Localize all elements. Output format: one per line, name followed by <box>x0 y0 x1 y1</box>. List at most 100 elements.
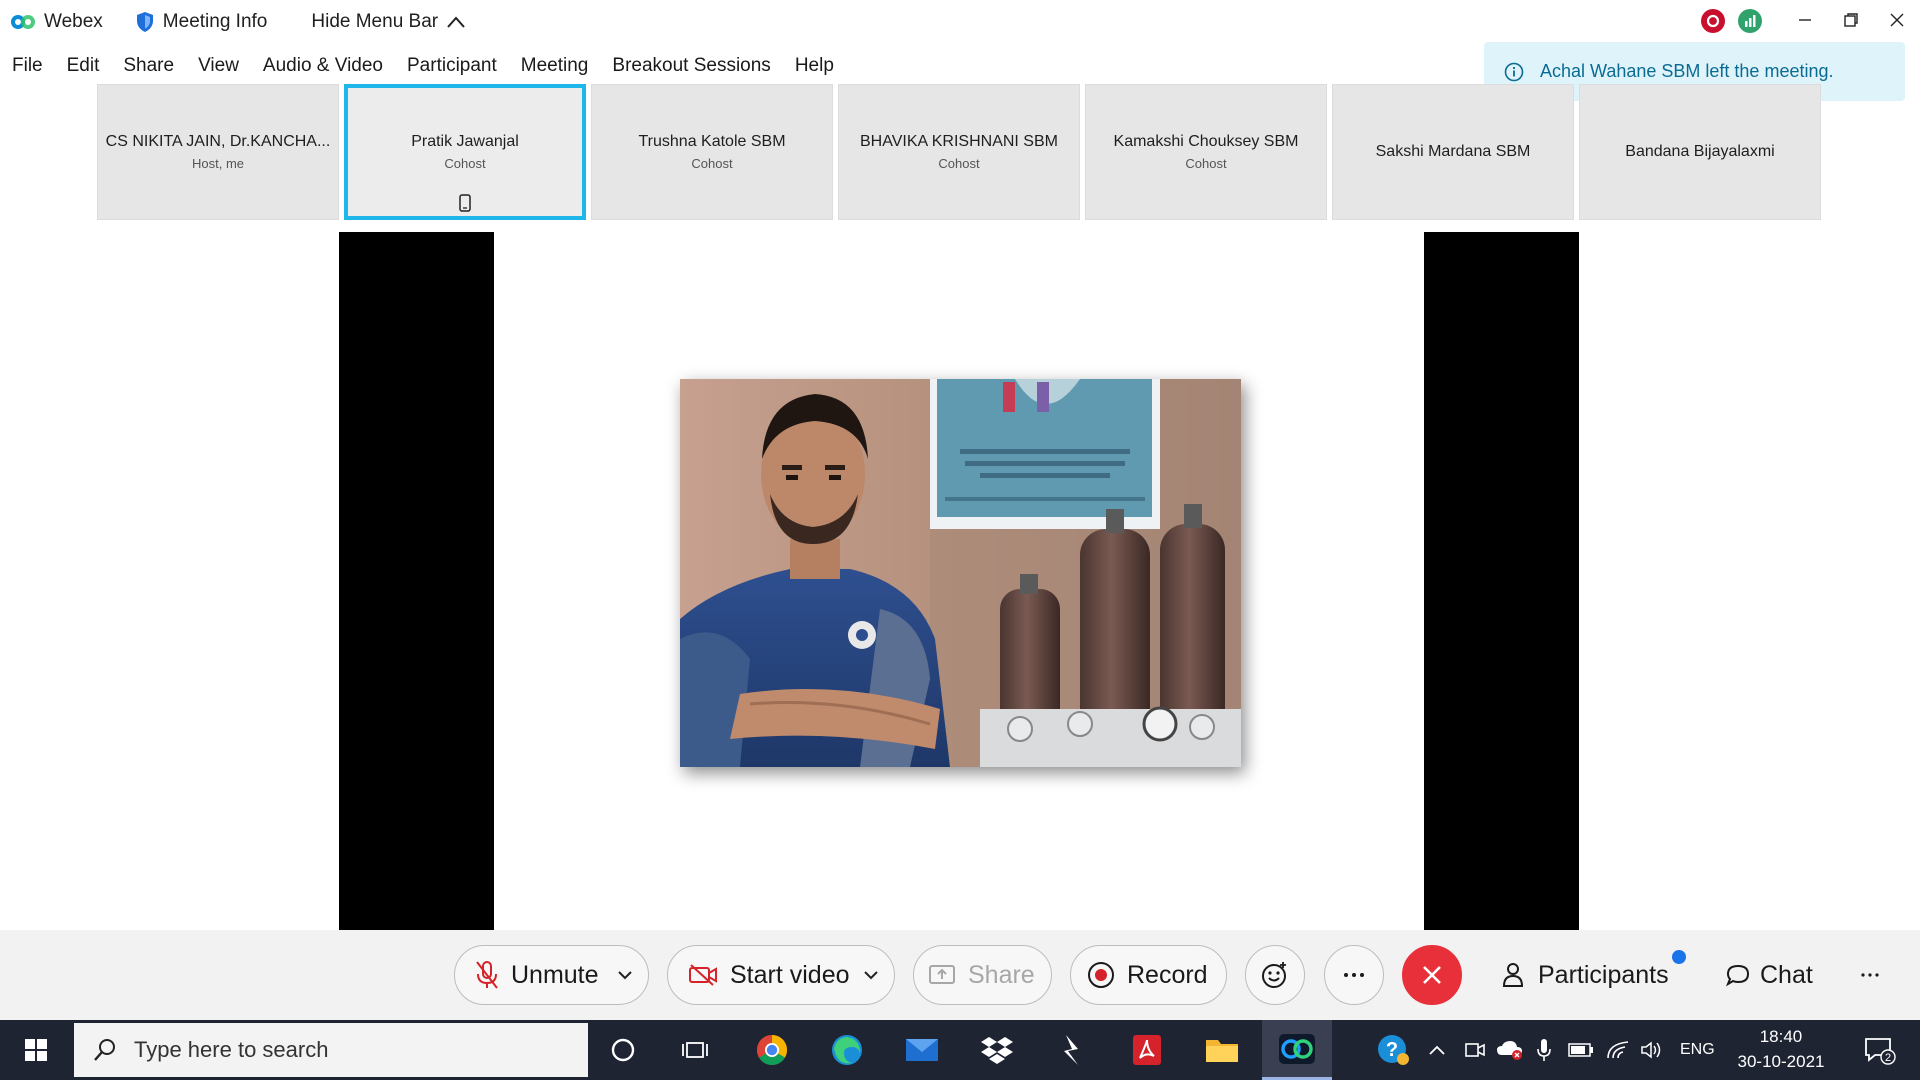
webex-taskbar-button[interactable] <box>1262 1020 1332 1080</box>
participant-tile-active-speaker[interactable]: Pratik Jawanjal Cohost <box>344 84 586 220</box>
battery-tray-icon[interactable] <box>1568 1020 1594 1080</box>
participant-name: BHAVIKA KRISHNANI SBM <box>860 133 1058 150</box>
leave-meeting-button[interactable] <box>1402 945 1462 1005</box>
pdf-icon <box>1133 1035 1161 1065</box>
participant-tile[interactable]: BHAVIKA KRISHNANI SBM Cohost <box>838 84 1080 220</box>
participant-role: Cohost <box>444 156 486 171</box>
chevron-down-icon[interactable] <box>862 966 880 984</box>
participant-tile[interactable]: Trushna Katole SBM Cohost <box>591 84 833 220</box>
record-label: Record <box>1127 960 1208 989</box>
network-stats-icon[interactable] <box>1737 8 1763 34</box>
menu-meeting[interactable]: Meeting <box>521 55 589 77</box>
meeting-info-button[interactable]: Meeting Info <box>135 0 267 44</box>
close-icon <box>1890 13 1904 27</box>
task-view-button[interactable] <box>660 1020 730 1080</box>
input-language-indicator[interactable]: ENG <box>1680 1020 1715 1080</box>
taskbar-search-box[interactable]: Type here to search <box>74 1023 588 1077</box>
folder-icon <box>1206 1040 1238 1062</box>
menu-help[interactable]: Help <box>795 55 834 77</box>
participant-tile[interactable]: Bandana Bijayalaxmi <box>1579 84 1821 220</box>
participants-label: Participants <box>1538 960 1669 989</box>
acrobat-taskbar-button[interactable] <box>1112 1020 1182 1080</box>
emoji-reaction-icon <box>1262 962 1286 988</box>
wifi-icon <box>1607 1041 1629 1059</box>
notification-center-button[interactable]: 2 <box>1850 1020 1910 1080</box>
minimize-button[interactable] <box>1782 0 1828 40</box>
meeting-control-bar: Unmute Start video Share Record Particip… <box>0 930 1920 1020</box>
webex-app-menu[interactable]: Webex <box>10 0 103 44</box>
search-placeholder: Type here to search <box>134 1037 329 1062</box>
hide-menu-bar-button[interactable]: Hide Menu Bar <box>311 0 466 44</box>
reactions-button[interactable] <box>1245 945 1305 1005</box>
participant-role: Cohost <box>1185 156 1227 171</box>
start-video-button[interactable]: Start video <box>667 945 895 1005</box>
participant-tile[interactable]: Sakshi Mardana SBM <box>1332 84 1574 220</box>
meet-now-tray-icon[interactable] <box>1464 1020 1486 1080</box>
windows-taskbar: Type here to search ? ENG 18:40 30-10-20… <box>0 1020 1920 1080</box>
participant-name: Kamakshi Chouksey SBM <box>1113 133 1299 150</box>
help-tray-icon[interactable]: ? <box>1376 1020 1410 1080</box>
participant-tile[interactable]: Kamakshi Chouksey SBM Cohost <box>1085 84 1327 220</box>
taskbar-clock[interactable]: 18:40 30-10-2021 <box>1726 1024 1836 1074</box>
participant-filmstrip: CS NIKITA JAIN, Dr.KANCHA... Host, me Pr… <box>97 84 1826 220</box>
menu-bar: File Edit Share View Audio & Video Parti… <box>0 48 846 84</box>
edge-taskbar-button[interactable] <box>812 1020 882 1080</box>
cortana-button[interactable] <box>588 1020 658 1080</box>
unmute-label: Unmute <box>511 960 599 989</box>
chrome-taskbar-button[interactable] <box>737 1020 807 1080</box>
title-bar: Webex Meeting Info Hide Menu Bar <box>0 0 1920 44</box>
participant-name: CS NIKITA JAIN, Dr.KANCHA... <box>105 133 331 150</box>
show-hidden-icons-button[interactable] <box>1428 1020 1446 1080</box>
mail-taskbar-button[interactable] <box>887 1020 957 1080</box>
shared-content-view[interactable] <box>339 232 1579 930</box>
share-button[interactable]: Share <box>913 945 1052 1005</box>
clock-time: 18:40 <box>1759 1027 1803 1046</box>
info-icon <box>1504 62 1524 81</box>
unmute-button[interactable]: Unmute <box>454 945 649 1005</box>
close-window-button[interactable] <box>1874 0 1920 40</box>
menu-audio-video[interactable]: Audio & Video <box>263 55 383 77</box>
svg-text:?: ? <box>1386 1039 1398 1061</box>
minimize-icon <box>1799 19 1811 21</box>
wifi-tray-icon[interactable] <box>1606 1020 1630 1080</box>
file-explorer-taskbar-button[interactable] <box>1187 1020 1257 1080</box>
person-icon <box>1502 963 1524 987</box>
menu-share[interactable]: Share <box>123 55 174 77</box>
share-label: Share <box>968 960 1035 989</box>
notification-icon: 2 <box>1865 1038 1896 1065</box>
restore-button[interactable] <box>1828 0 1874 40</box>
dropbox-taskbar-button[interactable] <box>962 1020 1032 1080</box>
participant-tile[interactable]: CS NIKITA JAIN, Dr.KANCHA... Host, me <box>97 84 339 220</box>
video-tray-icon <box>1465 1043 1485 1057</box>
chat-bubble-icon <box>1726 964 1750 987</box>
close-icon <box>1423 966 1441 984</box>
menu-edit[interactable]: Edit <box>67 55 100 77</box>
record-button[interactable]: Record <box>1070 945 1227 1005</box>
chevron-down-icon[interactable] <box>616 966 634 984</box>
recording-indicator-icon[interactable] <box>1700 8 1726 34</box>
camera-off-icon <box>689 964 717 986</box>
toast-message: Achal Wahane SBM left the meeting. <box>1540 61 1834 81</box>
onedrive-tray-icon[interactable] <box>1496 1020 1524 1080</box>
start-button[interactable] <box>0 1020 72 1080</box>
letterbox-left <box>339 232 494 930</box>
lightning-icon <box>1064 1035 1078 1065</box>
mail-icon <box>906 1039 938 1061</box>
record-icon <box>1088 962 1114 988</box>
volume-tray-icon[interactable] <box>1640 1020 1664 1080</box>
menu-view[interactable]: View <box>198 55 239 77</box>
microphone-tray-icon[interactable] <box>1536 1020 1552 1080</box>
app-taskbar-button[interactable] <box>1037 1020 1107 1080</box>
chat-label: Chat <box>1760 960 1813 989</box>
participant-role: Host, me <box>191 156 244 171</box>
overflow-menu-button[interactable] <box>1860 945 1880 1005</box>
participants-button[interactable]: Participants <box>1502 945 1669 1005</box>
menu-file[interactable]: File <box>12 55 43 77</box>
shield-icon <box>136 12 153 32</box>
chrome-icon <box>756 1035 788 1066</box>
chat-button[interactable]: Chat <box>1726 945 1813 1005</box>
menu-participant[interactable]: Participant <box>407 55 497 77</box>
menu-breakout-sessions[interactable]: Breakout Sessions <box>612 55 770 77</box>
participant-name: Sakshi Mardana SBM <box>1375 143 1531 160</box>
more-options-button[interactable] <box>1324 945 1384 1005</box>
